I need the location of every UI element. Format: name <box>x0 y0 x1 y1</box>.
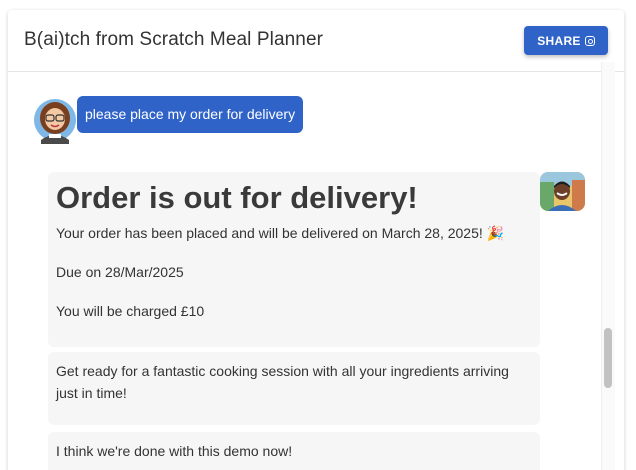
chat-area: please place my order for delivery Order… <box>8 72 624 470</box>
bot-avatar <box>540 172 585 211</box>
share-button-label: SHARE <box>537 33 581 48</box>
bot-message: I think we're done with this demo now! <box>48 432 540 470</box>
charge-text: You will be charged £10 <box>56 303 205 319</box>
message-text: Your order has been placed and will be d… <box>56 225 505 241</box>
scrollbar-track[interactable] <box>601 62 615 470</box>
message-text: I think we're done with this demo now! <box>56 443 293 459</box>
instagram-icon <box>584 35 595 46</box>
bot-message: Order is out for delivery! Your order ha… <box>48 172 540 347</box>
header: B(ai)tch from Scratch Meal Planner SHARE <box>8 10 624 72</box>
share-button[interactable]: SHARE <box>524 26 608 55</box>
user-avatar <box>33 96 77 144</box>
bot-message: Get ready for a fantastic cooking sessio… <box>48 352 540 425</box>
user-message-bubble: please place my order for delivery <box>77 96 304 133</box>
scrollbar-thumb[interactable] <box>604 328 612 388</box>
message-text: Get ready for a fantastic cooking sessio… <box>56 363 509 401</box>
chat-card: B(ai)tch from Scratch Meal Planner SHARE… <box>8 10 624 470</box>
page-title: B(ai)tch from Scratch Meal Planner <box>24 29 324 50</box>
due-date-text: Due on 28/Mar/2025 <box>56 264 184 280</box>
message-heading: Order is out for delivery! <box>56 180 418 215</box>
